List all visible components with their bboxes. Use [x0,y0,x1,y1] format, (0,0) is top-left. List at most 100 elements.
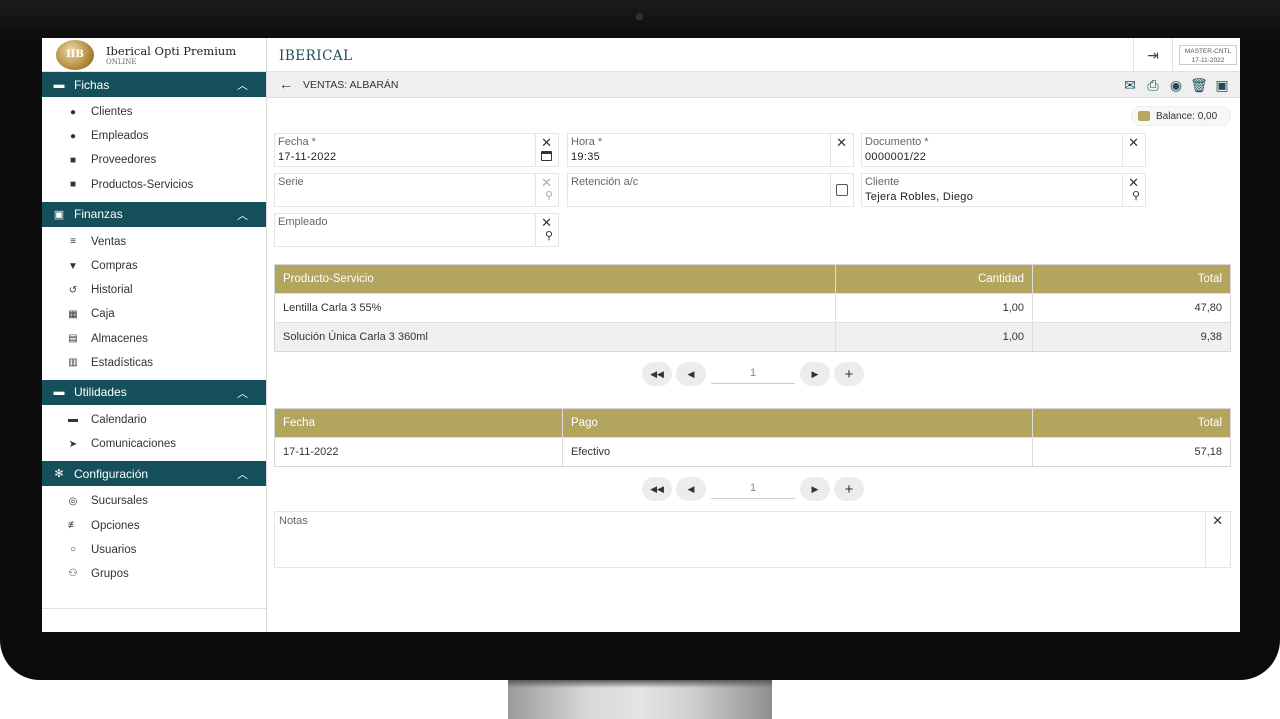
search-icon[interactable]: ⚲ [545,229,553,242]
search-icon[interactable]: ⚲ [545,189,553,202]
table-row[interactable]: Lentilla Carla 3 55% 1,00 47,80 [275,293,1230,322]
sidebar-item-caja[interactable]: ▦ Caja [42,302,266,326]
calendar-icon: ▬ [68,414,78,426]
balance-badge: Balance: 0,00 [1131,106,1231,126]
folder-icon: ▬ [53,78,65,91]
sidebar-item-empleados[interactable]: ● Empleados [42,124,266,148]
products-table: Producto-Servicio Cantidad Total Lentill… [274,264,1231,352]
coins-icon: ≡ [70,236,76,248]
column-header[interactable]: Total [1033,265,1230,293]
cliente-value[interactable]: Tejera Robles, Diego [865,191,973,203]
chevron-up-icon[interactable]: ︿ [237,77,248,93]
prev-page-button[interactable]: ◀ [676,362,706,386]
sidebar-item-productos-servicios[interactable]: ■ Productos-Servicios [42,173,266,197]
user-icon: ● [69,106,77,118]
column-header[interactable]: Fecha [275,409,563,437]
next-page-button[interactable]: ▶ [800,477,830,501]
sidebar-item-ventas[interactable]: ≡ Ventas [42,230,266,254]
section-finanzas[interactable]: ▣ Finanzas ︿ [42,201,266,227]
logout-button[interactable]: ⇥ [1133,38,1173,72]
add-row-button[interactable]: + [834,362,864,386]
sidebar-item-compras[interactable]: ▼ Compras [42,254,266,278]
add-row-button[interactable]: + [834,477,864,501]
coins-icon [1138,111,1150,121]
email-icon[interactable]: ✉ [1121,76,1139,94]
section-configuracion[interactable]: ✻ Configuración ︿ [42,461,266,487]
column-header[interactable]: Producto-Servicio [275,265,836,293]
retencion-field[interactable]: Retención a/c [567,173,854,207]
print-icon[interactable]: ⎙ [1144,76,1162,94]
basket-icon: ▼ [68,260,78,272]
page-number[interactable]: 1 [711,364,795,384]
app-screen: IIB Iberical Opti Premium ONLINE ▬ Ficha… [42,38,1240,632]
cliente-field[interactable]: Cliente Tejera Robles, Diego ✕ ⚲ [861,173,1146,207]
save-icon[interactable]: ▣ [1213,76,1231,94]
fecha-value[interactable]: 17-11-2022 [278,151,336,163]
chevron-up-icon[interactable]: ︿ [237,466,248,482]
sidebar-item-usuarios[interactable]: ○ Usuarios [42,538,266,562]
sliders-icon: ≢ [68,520,78,532]
column-header[interactable]: Pago [563,409,1033,437]
chevron-up-icon[interactable]: ︿ [237,385,248,401]
next-page-button[interactable]: ▶ [800,362,830,386]
retencion-checkbox[interactable] [836,184,848,196]
first-page-button[interactable]: ◀◀ [642,477,672,501]
truck-icon: ■ [69,154,77,166]
documento-value[interactable]: 0000001/22 [865,151,926,163]
money-icon: ▣ [53,208,65,221]
table-row[interactable]: Solución Única Carla 3 360ml 1,00 9,38 [275,322,1230,351]
notes-field[interactable]: Notas ✕ [274,511,1231,568]
fecha-field[interactable]: Fecha * 17-11-2022 ✕ [274,133,559,167]
prev-page-button[interactable]: ◀ [676,477,706,501]
sidebar-item-opciones[interactable]: ≢ Opciones [42,513,266,537]
section-utilidades[interactable]: ▬ Utilidades ︿ [42,379,266,405]
hora-field[interactable]: Hora * 19:35 ✕ [567,133,854,167]
branch-icon: ◎ [68,495,78,507]
brand-subtitle: ONLINE [106,57,137,66]
preview-icon[interactable]: ◉ [1167,76,1185,94]
app-name: IBERICAL [279,48,353,64]
payments-table: Fecha Pago Total 17-11-2022 Efectivo 57,… [274,408,1231,467]
search-icon[interactable]: ⚲ [1132,189,1140,202]
section-label: Utilidades [74,385,127,400]
user-outline-icon: ○ [69,544,77,556]
master-info: MASTER-CNTL 17-11-2022 [1179,45,1237,65]
trash-icon[interactable]: 🗑 [1190,76,1208,94]
sidebar-item-grupos[interactable]: ⚇ Grupos [42,562,266,586]
box-icon: ■ [69,179,77,191]
employee-icon: ● [69,130,77,142]
calendar-icon[interactable] [541,151,552,161]
section-fichas[interactable]: ▬ Fichas ︿ [42,72,266,97]
sidebar-item-clientes[interactable]: ● Clientes [42,100,266,124]
page-header: ← VENTAS: ALBARÁN ✉ ⎙ ◉ 🗑 ▣ [267,72,1240,98]
section-label: Configuración [74,466,149,481]
clear-icon[interactable]: ✕ [836,135,847,151]
clear-icon[interactable]: ✕ [541,135,552,151]
sidebar-item-estadisticas[interactable]: ▥ Estadísticas [42,351,266,375]
page-number[interactable]: 1 [711,479,795,499]
back-arrow-icon[interactable]: ← [279,76,293,92]
column-header[interactable]: Total [1033,409,1230,437]
sidebar-item-proveedores[interactable]: ■ Proveedores [42,148,266,172]
sidebar: IIB Iberical Opti Premium ONLINE ▬ Ficha… [42,38,267,632]
boxes-icon: ▤ [68,333,78,345]
sidebar-item-historial[interactable]: ↺ Historial [42,278,266,302]
clear-icon[interactable]: ✕ [1212,513,1223,529]
brand[interactable]: IIB Iberical Opti Premium ONLINE [42,38,266,72]
documento-field[interactable]: Documento * 0000001/22 ✕ [861,133,1146,167]
history-icon: ↺ [68,284,78,296]
hora-value[interactable]: 19:35 [571,151,600,163]
sidebar-item-calendario[interactable]: ▬ Calendario [42,408,266,432]
column-header[interactable]: Cantidad [836,265,1033,293]
table-row[interactable]: 17-11-2022 Efectivo 57,18 [275,437,1230,466]
sidebar-divider [42,608,266,609]
clear-icon[interactable]: ✕ [1128,135,1139,151]
sidebar-item-comunicaciones[interactable]: ➤ Comunicaciones [42,432,266,456]
sidebar-item-sucursales[interactable]: ◎ Sucursales [42,489,266,513]
empleado-field[interactable]: Empleado ✕ ⚲ [274,213,559,247]
sidebar-item-almacenes[interactable]: ▤ Almacenes [42,327,266,351]
chevron-up-icon[interactable]: ︿ [237,207,248,223]
serie-field[interactable]: Serie ✕ ⚲ [274,173,559,207]
table-header: Producto-Servicio Cantidad Total [275,265,1230,293]
first-page-button[interactable]: ◀◀ [642,362,672,386]
